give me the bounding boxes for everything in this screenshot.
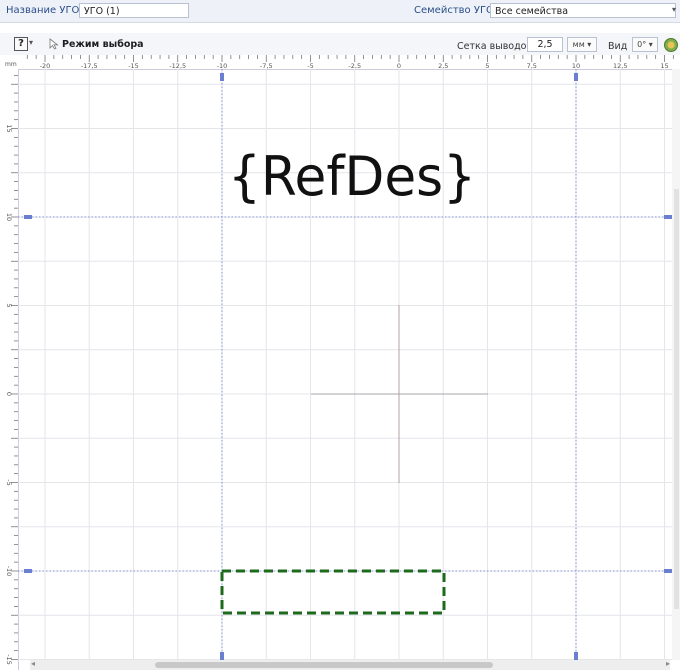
ruler-unit-label: mm bbox=[5, 61, 17, 68]
v-ruler-label: 10 bbox=[5, 213, 13, 221]
h-ruler-label: -17,5 bbox=[81, 62, 98, 70]
guide-handle-left-bottom[interactable] bbox=[24, 569, 32, 573]
guide-handle-top-left[interactable] bbox=[220, 73, 224, 81]
h-ruler-label: 10 bbox=[572, 62, 580, 70]
scroll-left-icon[interactable]: ◂ bbox=[31, 659, 35, 668]
v-ruler-label: 0 bbox=[5, 392, 13, 396]
h-ruler-label: -12,5 bbox=[169, 62, 186, 70]
h-ruler-label: -2,5 bbox=[348, 62, 361, 70]
v-ruler-label: -10 bbox=[5, 566, 13, 577]
v-ruler-label: 5 bbox=[5, 303, 13, 307]
h-ruler-label: 15 bbox=[660, 62, 668, 70]
vertical-scrollbar[interactable] bbox=[672, 69, 680, 660]
guide-handle-top-right[interactable] bbox=[574, 73, 578, 81]
v-ruler-label: 15 bbox=[5, 124, 13, 132]
horizontal-scrollbar[interactable] bbox=[30, 660, 670, 670]
guide-handle-bottom-left[interactable] bbox=[220, 652, 224, 660]
v-ruler-label: -15 bbox=[5, 654, 13, 665]
h-ruler-label: 2,5 bbox=[438, 62, 448, 70]
h-ruler-label: 5 bbox=[485, 62, 489, 70]
drawing-canvas[interactable]: -20 -17,5 -15 -12,5 -10 -7,5 -5 -2,5 0 2,5 5 7,5 10 1… bbox=[0, 0, 680, 670]
guide-handle-bottom-right[interactable] bbox=[574, 652, 578, 660]
v-ruler-label: -5 bbox=[5, 479, 13, 485]
h-ruler-label: 0 bbox=[397, 62, 401, 70]
guide-handle-left-top[interactable] bbox=[24, 215, 32, 219]
scroll-right-icon[interactable]: ▸ bbox=[666, 659, 670, 668]
refdes-text[interactable]: {RefDes} bbox=[228, 145, 476, 208]
h-ruler-label: -7,5 bbox=[260, 62, 273, 70]
v-ruler-labels: 15 10 5 0 -5 -10 -15 bbox=[5, 124, 13, 664]
horizontal-scroll-thumb[interactable] bbox=[155, 662, 493, 668]
h-ruler-label: -10 bbox=[217, 62, 228, 70]
h-ruler-label: 12,5 bbox=[613, 62, 627, 70]
pin-placeholder-box[interactable] bbox=[220, 569, 446, 615]
h-ruler-label: -20 bbox=[40, 62, 51, 70]
h-ruler-label: 7,5 bbox=[527, 62, 537, 70]
guide-handle-right-bottom[interactable] bbox=[664, 569, 672, 573]
h-ruler-label: -15 bbox=[128, 62, 139, 70]
h-ruler-label: -5 bbox=[307, 62, 313, 70]
guide-handle-right-top[interactable] bbox=[664, 215, 672, 219]
vertical-scroll-thumb[interactable] bbox=[674, 189, 679, 609]
h-ruler-labels: -20 -17,5 -15 -12,5 -10 -7,5 -5 -2,5 0 2,5 5 7,5 10 1… bbox=[40, 62, 669, 70]
